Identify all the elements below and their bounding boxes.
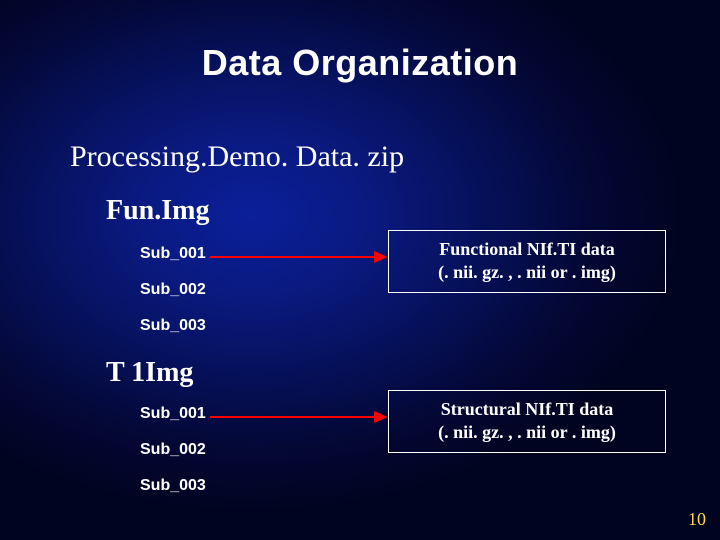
t1img-sub-3: Sub_003 xyxy=(140,477,206,495)
funimg-sub-2: Sub_002 xyxy=(140,281,206,299)
slide-title: Data Organization xyxy=(0,42,720,84)
slide: Data Organization Processing.Demo. Data.… xyxy=(0,0,720,540)
arrow-icon xyxy=(210,407,388,427)
folder-heading-funimg: Fun.Img xyxy=(106,195,209,227)
funimg-sub-3: Sub_003 xyxy=(140,317,206,335)
archive-filename: Processing.Demo. Data. zip xyxy=(70,140,404,174)
callout-functional: Functional NIf.TI data (. nii. gz. , . n… xyxy=(388,230,666,293)
callout-structural-line2: (. nii. gz. , . nii or . img) xyxy=(397,421,657,444)
callout-functional-line2: (. nii. gz. , . nii or . img) xyxy=(397,261,657,284)
folder-heading-t1img: T 1Img xyxy=(106,357,193,389)
callout-functional-line1: Functional NIf.TI data xyxy=(397,238,657,261)
callout-structural: Structural NIf.TI data (. nii. gz. , . n… xyxy=(388,390,666,453)
funimg-sub-1: Sub_001 xyxy=(140,245,206,263)
t1img-sub-1: Sub_001 xyxy=(140,405,206,423)
arrow-icon xyxy=(210,247,388,267)
page-number: 10 xyxy=(688,509,706,530)
callout-structural-line1: Structural NIf.TI data xyxy=(397,398,657,421)
t1img-sub-2: Sub_002 xyxy=(140,441,206,459)
